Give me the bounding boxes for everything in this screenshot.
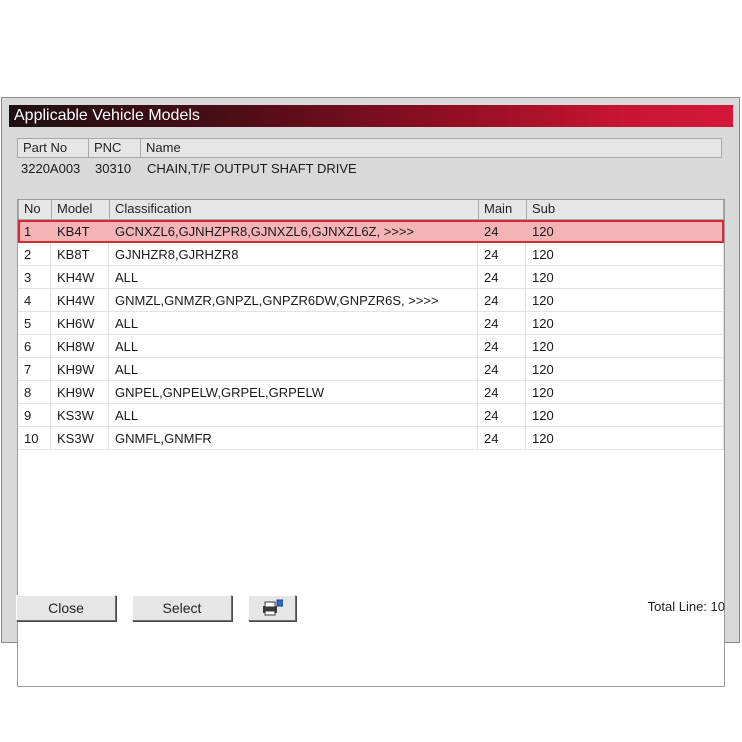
total-line-label: Total Line: 10: [647, 599, 725, 614]
row-model: KH4W: [51, 266, 109, 288]
row-classification: ALL: [109, 404, 478, 426]
pnc-value: 30310: [95, 161, 132, 176]
row-classification: GNPEL,GNPELW,GRPEL,GRPELW: [109, 381, 478, 403]
row-no: 4: [18, 289, 51, 311]
models-table-header: No Model Classification Main Sub: [18, 200, 724, 220]
row-model: KH9W: [51, 381, 109, 403]
row-classification: ALL: [109, 266, 478, 288]
table-row[interactable]: 5 KH6W ALL 24 120: [18, 312, 724, 335]
row-main: 24: [478, 289, 526, 311]
models-table-body: 1 KB4T GCNXZL6,GJNHZPR8,GJNXZL6,GJNXZL6Z, …: [18, 220, 724, 450]
row-model: KS3W: [51, 404, 109, 426]
row-model: KH4W: [51, 289, 109, 311]
row-classification: GNMFL,GNMFR: [109, 427, 478, 449]
row-no: 8: [18, 381, 51, 403]
table-row[interactable]: 3 KH4W ALL 24 120: [18, 266, 724, 289]
row-no: 9: [18, 404, 51, 426]
row-sub: 120: [526, 312, 724, 334]
header-model[interactable]: Model: [51, 200, 109, 220]
table-row[interactable]: 10 KS3W GNMFL,GNMFR 24 120: [18, 427, 724, 450]
table-row[interactable]: 7 KH9W ALL 24 120: [18, 358, 724, 381]
header-name[interactable]: Name: [140, 138, 722, 158]
row-model: KH9W: [51, 358, 109, 380]
row-main: 24: [478, 243, 526, 265]
row-sub: 120: [532, 224, 554, 239]
row-no: 1: [24, 224, 32, 239]
row-main: 24: [478, 404, 526, 426]
row-model: KH6W: [51, 312, 109, 334]
row-main: 24: [484, 224, 499, 239]
row-main: 24: [478, 358, 526, 380]
table-row[interactable]: 8 KH9W GNPEL,GNPELW,GRPEL,GRPELW 24 120: [18, 381, 724, 404]
row-sub: 120: [526, 404, 724, 426]
row-classification: GCNXZL6,GJNHZPR8,GJNXZL6,GJNXZL6Z, >>>>: [115, 224, 415, 239]
row-sub: 120: [526, 358, 724, 380]
part-table-header: Part No PNC Name: [17, 138, 722, 158]
header-part-no[interactable]: Part No: [17, 138, 88, 158]
row-sub: 120: [526, 289, 724, 311]
part-name-value: CHAIN,T/F OUTPUT SHAFT DRIVE: [147, 161, 357, 176]
row-main: 24: [478, 266, 526, 288]
row-no: 10: [18, 427, 51, 449]
row-sub: 120: [526, 335, 724, 357]
header-no[interactable]: No: [18, 200, 51, 220]
row-sub: 120: [526, 427, 724, 449]
row-sub: 120: [526, 243, 724, 265]
window-title: Applicable Vehicle Models: [9, 105, 733, 127]
row-model: KH8W: [51, 335, 109, 357]
row-model: KS3W: [51, 427, 109, 449]
header-classification[interactable]: Classification: [109, 200, 478, 220]
row-sub: 120: [526, 381, 724, 403]
row-model: KB8T: [51, 243, 109, 265]
row-classification: ALL: [109, 358, 478, 380]
printer-icon: [263, 599, 283, 616]
table-row[interactable]: 4 KH4W GNMZL,GNMZR,GNPZL,GNPZR6DW,GNPZR6S,…: [18, 289, 724, 312]
row-no: 5: [18, 312, 51, 334]
row-classification: ALL: [109, 312, 478, 334]
table-row[interactable]: 1 KB4T GCNXZL6,GJNHZPR8,GJNXZL6,GJNXZL6Z, …: [18, 220, 724, 243]
print-button[interactable]: [248, 595, 296, 621]
table-row[interactable]: 6 KH8W ALL 24 120: [18, 335, 724, 358]
table-row[interactable]: 2 KB8T GJNHZR8,GJRHZR8 24 120: [18, 243, 724, 266]
header-sub[interactable]: Sub: [526, 200, 724, 220]
row-no: 3: [18, 266, 51, 288]
row-sub: 120: [526, 266, 724, 288]
row-main: 24: [478, 312, 526, 334]
row-model: KB4T: [57, 224, 90, 239]
row-no: 7: [18, 358, 51, 380]
vehicle-models-table[interactable]: No Model Classification Main Sub 1 KB4T GC…: [17, 199, 725, 687]
header-pnc[interactable]: PNC: [88, 138, 140, 158]
row-no: 2: [18, 243, 51, 265]
select-button[interactable]: Select: [132, 595, 232, 621]
header-main[interactable]: Main: [478, 200, 526, 220]
row-main: 24: [478, 427, 526, 449]
row-main: 24: [478, 335, 526, 357]
part-row: 3220A003 30310 CHAIN,T/F OUTPUT SHAFT DR…: [17, 158, 722, 180]
part-info-table: Part No PNC Name 3220A003 30310 CHAIN,T/…: [17, 138, 722, 198]
table-row[interactable]: 9 KS3W ALL 24 120: [18, 404, 724, 427]
row-main: 24: [478, 381, 526, 403]
applicable-vehicle-models-window: Applicable Vehicle Models Part No PNC Na…: [1, 97, 740, 687]
close-button[interactable]: Close: [16, 595, 116, 621]
row-no: 6: [18, 335, 51, 357]
row-classification: GJNHZR8,GJRHZR8: [109, 243, 478, 265]
row-classification: ALL: [109, 335, 478, 357]
row-classification: GNMZL,GNMZR,GNPZL,GNPZR6DW,GNPZR6S, >>>>: [109, 289, 478, 311]
part-no-value: 3220A003: [21, 161, 81, 176]
